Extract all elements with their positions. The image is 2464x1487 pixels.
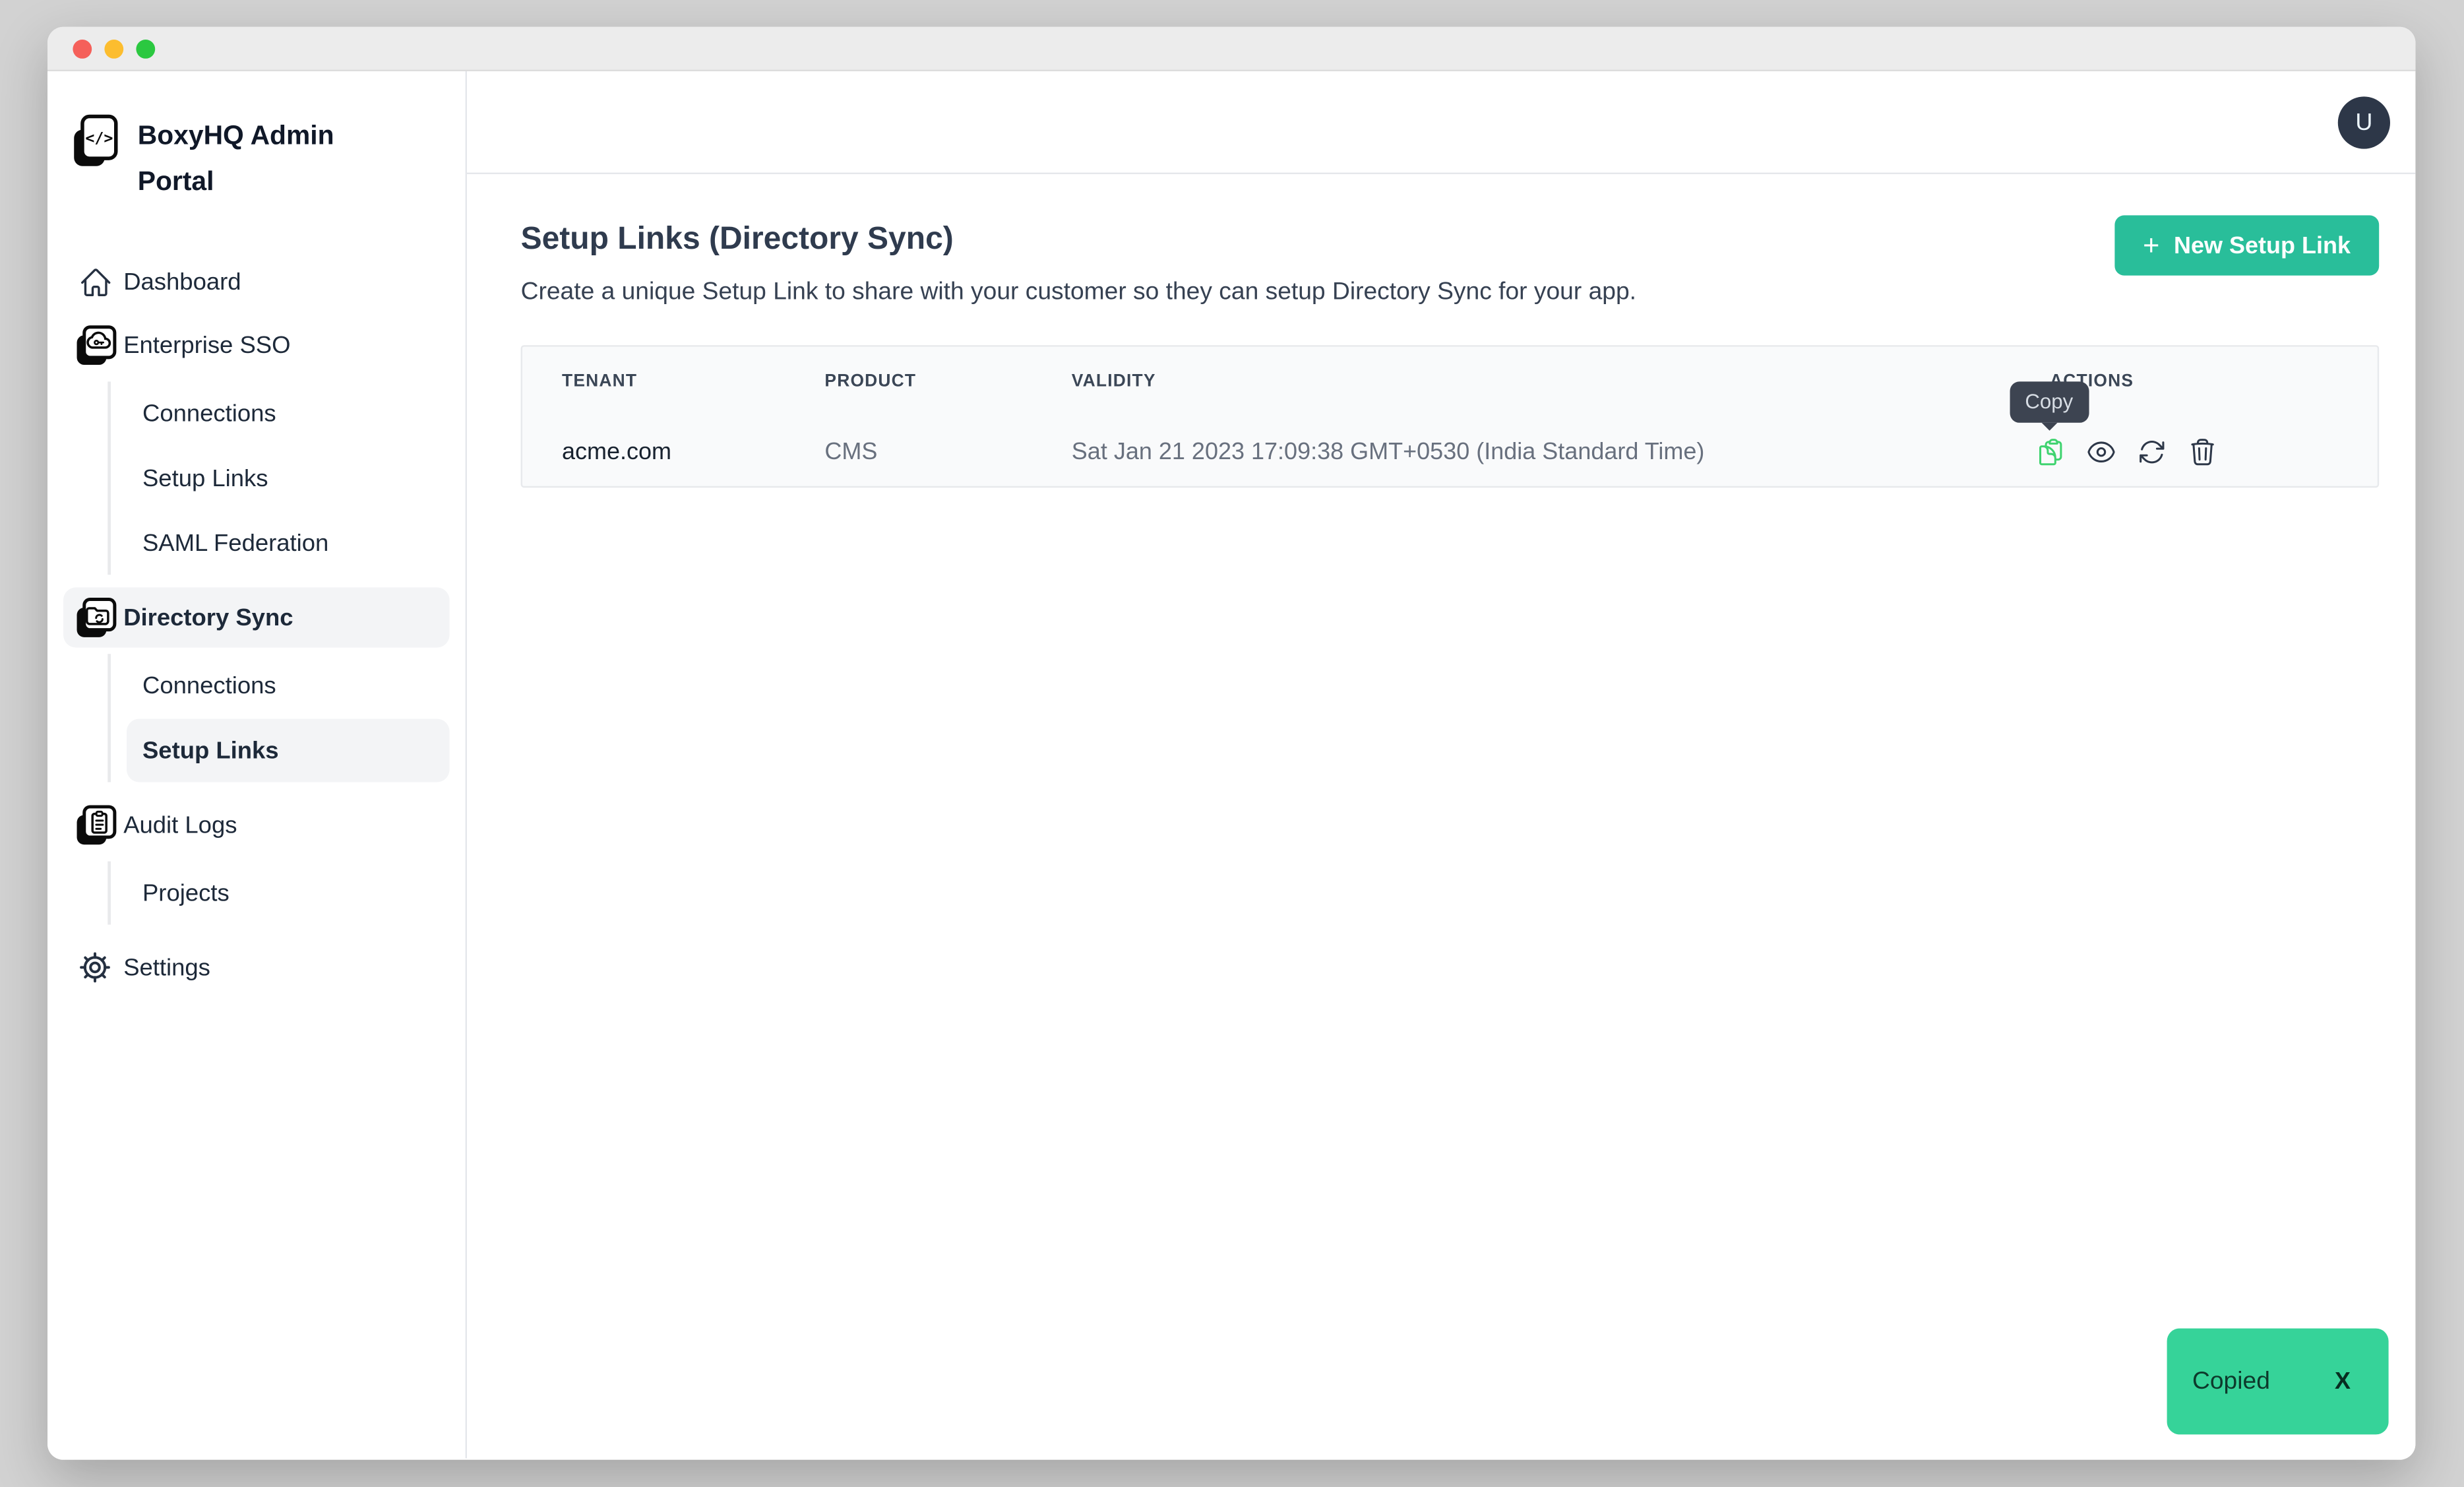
subitem-label: Setup Links <box>142 737 279 764</box>
user-avatar[interactable]: U <box>2338 96 2390 148</box>
plus-icon: + <box>2143 231 2159 259</box>
home-icon <box>73 265 117 298</box>
subitem-label: Connections <box>142 400 276 427</box>
copied-toast: Copied X <box>2167 1329 2389 1435</box>
new-setup-link-label: New Setup Link <box>2174 232 2351 259</box>
sidebar-item-dashboard[interactable]: Dashboard <box>63 252 450 312</box>
directory-sync-subnav: Connections Setup Links <box>108 654 465 782</box>
table-row: acme.com CMS Sat Jan 21 2023 17:09:38 GM… <box>522 416 2378 486</box>
subitem-label: Connections <box>142 672 276 699</box>
subitem-label: Projects <box>142 879 230 906</box>
enterprise-sso-subnav: Connections Setup Links SAML Federation <box>108 381 465 575</box>
copy-link-button[interactable]: Copy <box>2035 436 2066 466</box>
column-header-tenant: TENANT <box>522 372 785 391</box>
boxyhq-logo-icon: </> <box>71 112 119 177</box>
validity-cell: Sat Jan 21 2023 17:09:38 GMT+0530 (India… <box>1032 438 2010 465</box>
sidebar-item-label: Dashboard <box>123 269 241 296</box>
app-title: BoxyHQ Admin Portal <box>138 112 375 204</box>
toast-close-button[interactable]: X <box>2335 1368 2351 1395</box>
column-header-validity: VALIDITY <box>1032 372 2010 391</box>
sidebar: </> BoxyHQ Admin Portal Da <box>47 71 467 1458</box>
audit-logs-subnav: Projects <box>108 862 465 925</box>
sidebar-item-enterprise-sso[interactable]: Enterprise SSO <box>63 315 450 375</box>
directory-sync-icon <box>73 596 117 639</box>
top-header-bar: U <box>467 71 2415 174</box>
settings-gear-icon <box>73 950 117 985</box>
page-title: Setup Links (Directory Sync) <box>521 222 2380 258</box>
sidebar-item-label: Settings <box>123 954 210 981</box>
eye-icon <box>2086 436 2116 466</box>
view-setup-link-button[interactable] <box>2086 436 2116 466</box>
avatar-initial: U <box>2355 108 2372 135</box>
page-content: Setup Links (Directory Sync) Create a un… <box>467 174 2415 488</box>
setup-links-table: TENANT PRODUCT VALIDITY ACTIONS acme.com… <box>521 345 2380 488</box>
audit-logs-icon <box>73 804 117 846</box>
sidebar-subitem-setup-links[interactable]: Setup Links <box>127 447 450 510</box>
subitem-label: Setup Links <box>142 464 268 491</box>
sidebar-item-directory-sync[interactable]: Directory Sync <box>63 587 450 647</box>
close-window-icon[interactable] <box>73 39 92 58</box>
sidebar-item-audit-logs[interactable]: Audit Logs <box>63 795 450 855</box>
sidebar-item-settings[interactable]: Settings <box>63 937 450 997</box>
regenerate-setup-link-button[interactable] <box>2137 436 2167 466</box>
sidebar-subitem-connections[interactable]: Connections <box>127 654 450 717</box>
sidebar-nav: Dashboard <box>47 252 466 997</box>
sidebar-item-label: Directory Sync <box>123 604 293 631</box>
trash-icon <box>2188 436 2218 466</box>
page-description: Create a unique Setup Link to share with… <box>521 278 2380 307</box>
app-logo[interactable]: </> BoxyHQ Admin Portal <box>47 112 466 204</box>
copy-tooltip: Copy <box>2009 381 2089 422</box>
titlebar <box>47 27 2415 71</box>
product-cell: CMS <box>785 438 1032 465</box>
sidebar-subitem-projects[interactable]: Projects <box>127 862 450 925</box>
svg-text:</>: </> <box>85 129 113 147</box>
fullscreen-window-icon[interactable] <box>136 39 155 58</box>
copy-icon <box>2035 436 2066 466</box>
main-area: U Setup Links (Directory Sync) Create a … <box>467 71 2415 1458</box>
app-window: </> BoxyHQ Admin Portal Da <box>47 27 2415 1460</box>
sidebar-item-label: Audit Logs <box>123 811 237 838</box>
table-header-row: TENANT PRODUCT VALIDITY ACTIONS <box>522 347 2378 417</box>
new-setup-link-button[interactable]: + New Setup Link <box>2114 215 2379 275</box>
refresh-icon <box>2137 436 2167 466</box>
sidebar-item-label: Enterprise SSO <box>123 332 290 359</box>
subitem-label: SAML Federation <box>142 530 328 557</box>
sidebar-subitem-connections[interactable]: Connections <box>127 381 450 445</box>
tenant-cell: acme.com <box>522 438 785 465</box>
sidebar-subitem-saml-federation[interactable]: SAML Federation <box>127 511 450 575</box>
actions-cell: Copy <box>2010 436 2378 466</box>
delete-setup-link-button[interactable] <box>2188 436 2218 466</box>
toast-message: Copied <box>2192 1367 2270 1395</box>
column-header-product: PRODUCT <box>785 372 1032 391</box>
sidebar-subitem-setup-links-active[interactable]: Setup Links <box>127 719 450 782</box>
desktop: </> BoxyHQ Admin Portal Da <box>0 0 2464 1487</box>
enterprise-sso-icon <box>73 324 117 367</box>
minimize-window-icon[interactable] <box>104 39 123 58</box>
